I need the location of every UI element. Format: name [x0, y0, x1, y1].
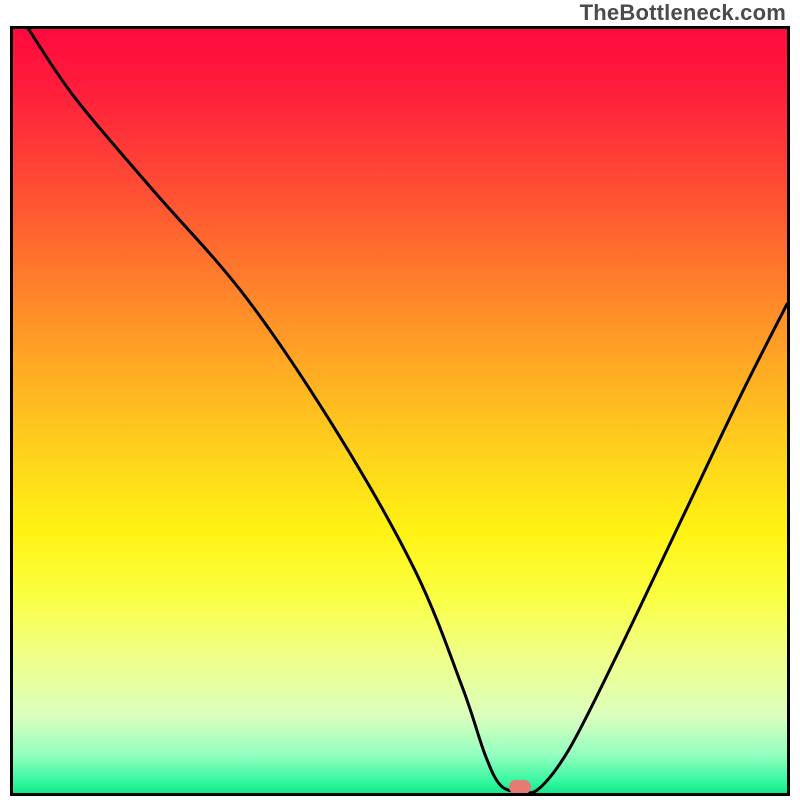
watermark-label: TheBottleneck.com: [580, 0, 786, 26]
curve-path-svg: [13, 29, 787, 793]
bottleneck-chart: TheBottleneck.com: [0, 0, 800, 800]
minimum-marker: [509, 780, 531, 794]
plot-area: [10, 26, 790, 796]
